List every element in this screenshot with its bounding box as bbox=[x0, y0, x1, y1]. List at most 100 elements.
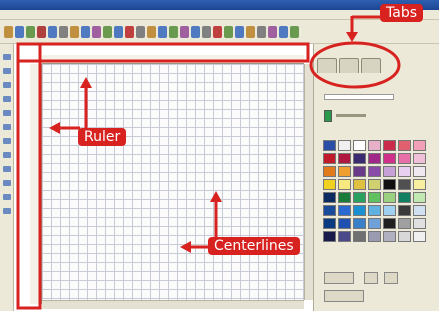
color-swatch[interactable] bbox=[413, 218, 426, 229]
color-swatch[interactable] bbox=[338, 166, 351, 177]
color-swatch[interactable] bbox=[383, 192, 396, 203]
color-swatch[interactable] bbox=[383, 166, 396, 177]
color-swatch[interactable] bbox=[368, 205, 381, 216]
toolbar-button[interactable] bbox=[257, 25, 266, 38]
toolbar-button[interactable] bbox=[147, 25, 156, 38]
color-swatch[interactable] bbox=[368, 153, 381, 164]
color-swatch[interactable] bbox=[398, 192, 411, 203]
toolbar-button[interactable] bbox=[4, 25, 13, 38]
color-swatch[interactable] bbox=[398, 179, 411, 190]
color-swatch[interactable] bbox=[368, 140, 381, 151]
vertical-scrollbar[interactable] bbox=[304, 64, 313, 300]
tool-button[interactable] bbox=[3, 152, 11, 158]
tool-button[interactable] bbox=[3, 110, 11, 116]
color-swatch[interactable] bbox=[398, 231, 411, 242]
color-swatch[interactable] bbox=[323, 140, 336, 151]
color-swatch[interactable] bbox=[398, 218, 411, 229]
toolbar-button[interactable] bbox=[169, 25, 178, 38]
color-swatch[interactable] bbox=[353, 166, 366, 177]
tool-button[interactable] bbox=[3, 138, 11, 144]
toolbar-button[interactable] bbox=[59, 25, 68, 38]
tool-button[interactable] bbox=[3, 68, 11, 74]
color-swatch[interactable] bbox=[383, 205, 396, 216]
toolbar-button[interactable] bbox=[290, 25, 299, 38]
tool-button[interactable] bbox=[3, 54, 11, 60]
color-swatch[interactable] bbox=[368, 192, 381, 203]
tool-button[interactable] bbox=[3, 82, 11, 88]
toolbar-button[interactable] bbox=[213, 25, 222, 38]
tool-button[interactable] bbox=[3, 180, 11, 186]
color-swatch[interactable] bbox=[323, 205, 336, 216]
color-swatch[interactable] bbox=[413, 179, 426, 190]
tab-2[interactable] bbox=[339, 58, 359, 73]
color-swatch[interactable] bbox=[383, 179, 396, 190]
tool-button[interactable] bbox=[3, 96, 11, 102]
color-swatch[interactable] bbox=[368, 231, 381, 242]
toolbar-button[interactable] bbox=[235, 25, 244, 38]
toolbar-button[interactable] bbox=[279, 25, 288, 38]
color-swatch[interactable] bbox=[323, 153, 336, 164]
toolbar-button[interactable] bbox=[26, 25, 35, 38]
color-swatch[interactable] bbox=[413, 140, 426, 151]
toolbar-button[interactable] bbox=[180, 25, 189, 38]
color-swatch[interactable] bbox=[323, 166, 336, 177]
color-swatch[interactable] bbox=[323, 179, 336, 190]
color-swatch[interactable] bbox=[353, 140, 366, 151]
color-swatch[interactable] bbox=[338, 153, 351, 164]
toolbar-button[interactable] bbox=[92, 25, 101, 38]
toolbar-button[interactable] bbox=[37, 25, 46, 38]
horizontal-scrollbar[interactable] bbox=[42, 300, 304, 309]
tool-button[interactable] bbox=[3, 166, 11, 172]
color-swatch[interactable] bbox=[398, 140, 411, 151]
color-swatch[interactable] bbox=[413, 205, 426, 216]
toolbar-button[interactable] bbox=[246, 25, 255, 38]
ruler-vertical[interactable] bbox=[30, 64, 42, 304]
toolbar-button[interactable] bbox=[81, 25, 90, 38]
color-swatch[interactable] bbox=[413, 153, 426, 164]
toolbar-button[interactable] bbox=[224, 25, 233, 38]
tab-3[interactable] bbox=[361, 58, 381, 73]
color-swatch[interactable] bbox=[338, 218, 351, 229]
color-swatch[interactable] bbox=[398, 153, 411, 164]
color-swatch[interactable] bbox=[323, 218, 336, 229]
toolbar-button[interactable] bbox=[202, 25, 211, 38]
color-swatch[interactable] bbox=[413, 231, 426, 242]
color-swatch[interactable] bbox=[368, 179, 381, 190]
color-swatch[interactable] bbox=[398, 166, 411, 177]
color-swatch[interactable] bbox=[353, 205, 366, 216]
toolbar-button[interactable] bbox=[70, 25, 79, 38]
panel-button[interactable] bbox=[324, 290, 364, 302]
color-swatch[interactable] bbox=[368, 218, 381, 229]
color-swatch[interactable] bbox=[383, 153, 396, 164]
toolbar-button[interactable] bbox=[268, 25, 277, 38]
thread-chart-select[interactable] bbox=[324, 94, 394, 100]
menu-bar[interactable] bbox=[0, 10, 439, 20]
color-swatch[interactable] bbox=[383, 231, 396, 242]
color-swatch[interactable] bbox=[338, 192, 351, 203]
toolbar-button[interactable] bbox=[114, 25, 123, 38]
ruler-horizontal[interactable] bbox=[42, 55, 304, 64]
tab-1[interactable] bbox=[317, 58, 337, 73]
color-swatch[interactable] bbox=[338, 205, 351, 216]
toolbar-button[interactable] bbox=[136, 25, 145, 38]
toolbar-button[interactable] bbox=[158, 25, 167, 38]
toolbar-button[interactable] bbox=[103, 25, 112, 38]
color-swatch[interactable] bbox=[398, 205, 411, 216]
color-swatch[interactable] bbox=[353, 218, 366, 229]
design-grid-canvas[interactable] bbox=[42, 64, 304, 300]
color-swatch[interactable] bbox=[323, 231, 336, 242]
color-swatch[interactable] bbox=[383, 218, 396, 229]
color-swatch[interactable] bbox=[353, 231, 366, 242]
toolbar-button[interactable] bbox=[191, 25, 200, 38]
toolbar-button[interactable] bbox=[15, 25, 24, 38]
color-swatch[interactable] bbox=[383, 140, 396, 151]
color-swatch[interactable] bbox=[413, 166, 426, 177]
tool-button[interactable] bbox=[3, 194, 11, 200]
color-swatch[interactable] bbox=[338, 231, 351, 242]
color-swatch[interactable] bbox=[353, 192, 366, 203]
toolbar-button[interactable] bbox=[125, 25, 134, 38]
color-swatch[interactable] bbox=[353, 179, 366, 190]
color-swatch[interactable] bbox=[413, 192, 426, 203]
color-swatch[interactable] bbox=[368, 166, 381, 177]
color-swatch[interactable] bbox=[353, 153, 366, 164]
